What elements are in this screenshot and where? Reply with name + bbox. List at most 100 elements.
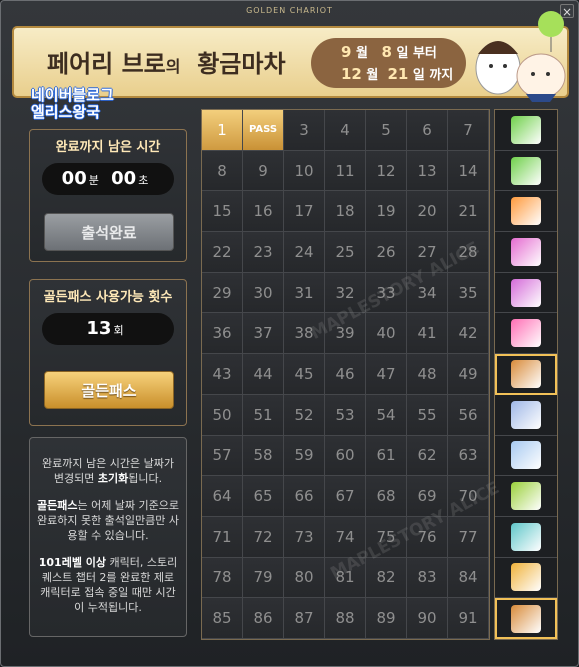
coupon-card-icon	[511, 197, 541, 226]
reward-slot[interactable]	[495, 110, 557, 151]
attendance-complete-button[interactable]: 출석완료	[44, 213, 174, 251]
calendar-day-35: 35	[448, 272, 489, 314]
reward-slot[interactable]	[495, 232, 557, 273]
reward-slot[interactable]	[495, 395, 557, 436]
calendar-day-15: 15	[202, 191, 243, 233]
golden-pass-heading: 골든패스 사용가능 횟수	[43, 290, 173, 305]
calendar-day-40: 40	[366, 313, 407, 355]
calendar-day-91: 91	[448, 598, 489, 639]
calendar-day-19: 19	[366, 191, 407, 233]
end-day: 21	[387, 65, 409, 83]
calendar-day-26: 26	[366, 232, 407, 273]
calendar-day-25: 25	[325, 232, 366, 273]
calendar-day-84: 84	[448, 557, 489, 599]
calendar-day-21: 21	[448, 191, 489, 233]
timer-panel: 완료까지 남은 시간 00 분 00 초 출석완료	[29, 129, 187, 262]
remaining-time-display: 00 분 00 초	[42, 163, 174, 195]
start-suffix: 일 부터	[396, 46, 437, 61]
calendar-day-88: 88	[325, 598, 366, 639]
month-unit: 월	[355, 46, 368, 61]
banner-title: 페어리 브로의 황금마차	[47, 44, 286, 79]
watermark-line2: 엘리스왕국	[31, 103, 101, 121]
minutes-value: 00	[61, 168, 87, 189]
calendar-day-8: 8	[202, 150, 243, 192]
calendar-day-53: 53	[325, 394, 366, 436]
calendar-day-87: 87	[284, 598, 325, 639]
calendar-day-58: 58	[243, 435, 284, 477]
calendar-day-66: 66	[284, 476, 325, 517]
info-reset: 완료까지 남은 시간은 날짜가 변경되면 초기화됩니다.	[30, 456, 186, 486]
info-reset-bold: 초기화	[97, 472, 129, 485]
calendar-day-37: 37	[243, 313, 284, 355]
calendar-day-57: 57	[202, 435, 243, 477]
calendar-day-62: 62	[407, 435, 448, 477]
watermark-line1: 네이버블로그	[31, 86, 114, 104]
scroll-icon	[511, 360, 541, 389]
end-suffix: 일 까지	[412, 68, 454, 83]
blog-watermark: 네이버블로그 엘리스왕국	[31, 87, 121, 121]
calendar-day-9: 9	[243, 150, 284, 192]
calendar-day-13: 13	[407, 150, 448, 192]
calendar-day-10: 10	[284, 150, 325, 192]
reward-slot[interactable]	[495, 598, 557, 639]
ring-icon	[511, 400, 541, 429]
calendar-day-64: 64	[202, 476, 243, 517]
calendar-day-59: 59	[284, 435, 325, 477]
golden-pass-count: 13	[86, 318, 112, 339]
calendar-day-42: 42	[448, 313, 489, 355]
calendar-day-29: 29	[202, 272, 243, 314]
reward-slot[interactable]	[495, 191, 557, 233]
calendar-day-20: 20	[407, 191, 448, 233]
calendar-day-78: 78	[202, 557, 243, 599]
reward-slot[interactable]	[495, 313, 557, 355]
pink-ticket-icon	[511, 319, 541, 348]
calendar-day-22: 22	[202, 232, 243, 273]
calendar-day-50: 50	[202, 394, 243, 436]
calendar-day-30: 30	[243, 272, 284, 314]
calendar-day-71: 71	[202, 516, 243, 558]
calendar-day-60: 60	[325, 435, 366, 477]
start-day: 8	[381, 43, 392, 61]
fairy-bro-characters-icon	[475, 11, 566, 102]
scroll-icon	[511, 604, 541, 633]
crystal-card-icon	[511, 441, 541, 470]
reward-slot[interactable]	[495, 151, 557, 192]
banner-title-of: 의	[165, 57, 181, 76]
calendar-day-45: 45	[284, 354, 325, 395]
calendar-day-55: 55	[407, 394, 448, 436]
calendar-day-14: 14	[448, 150, 489, 192]
calendar-day-47: 47	[366, 354, 407, 395]
reward-slot[interactable]	[495, 273, 557, 314]
calendar-day-1: 1	[202, 110, 243, 151]
calendar-day-51: 51	[243, 394, 284, 436]
banner-title-a: 페어리 브로	[47, 50, 166, 78]
calendar-day-61: 61	[366, 435, 407, 477]
reward-slot[interactable]	[495, 476, 557, 517]
month-unit: 월	[366, 68, 379, 83]
reward-slot[interactable]	[495, 354, 557, 395]
calendar-day-68: 68	[366, 476, 407, 517]
calendar-day-44: 44	[243, 354, 284, 395]
calendar-day-24: 24	[284, 232, 325, 273]
calendar-day-4: 4	[325, 110, 366, 151]
calendar-day-52: 52	[284, 394, 325, 436]
info-reset-end: 됩니다.	[128, 472, 163, 485]
calendar-day-23: 23	[243, 232, 284, 273]
calendar-day-43: 43	[202, 354, 243, 395]
green-ticket-icon	[511, 156, 541, 185]
calendar-day-89: 89	[366, 598, 407, 639]
calendar-day-46: 46	[325, 354, 366, 395]
reward-slot[interactable]	[495, 558, 557, 599]
calendar-day-73: 73	[284, 516, 325, 558]
reward-slot[interactable]	[495, 436, 557, 477]
count-unit: 회	[113, 324, 124, 337]
info-panel: 완료까지 남은 시간은 날짜가 변경되면 초기화됩니다. 골든패스는 어제 날짜…	[29, 437, 187, 637]
reward-slot[interactable]	[495, 517, 557, 558]
golden-pass-button[interactable]: 골든패스	[44, 371, 174, 409]
calendar-day-48: 48	[407, 354, 448, 395]
calendar-day-67: 67	[325, 476, 366, 517]
start-month: 9	[341, 43, 352, 61]
golden-pass-panel: 골든패스 사용가능 횟수 13 회 골든패스	[29, 279, 187, 426]
calendar-day-31: 31	[284, 272, 325, 314]
green-ticket-icon	[511, 115, 541, 144]
